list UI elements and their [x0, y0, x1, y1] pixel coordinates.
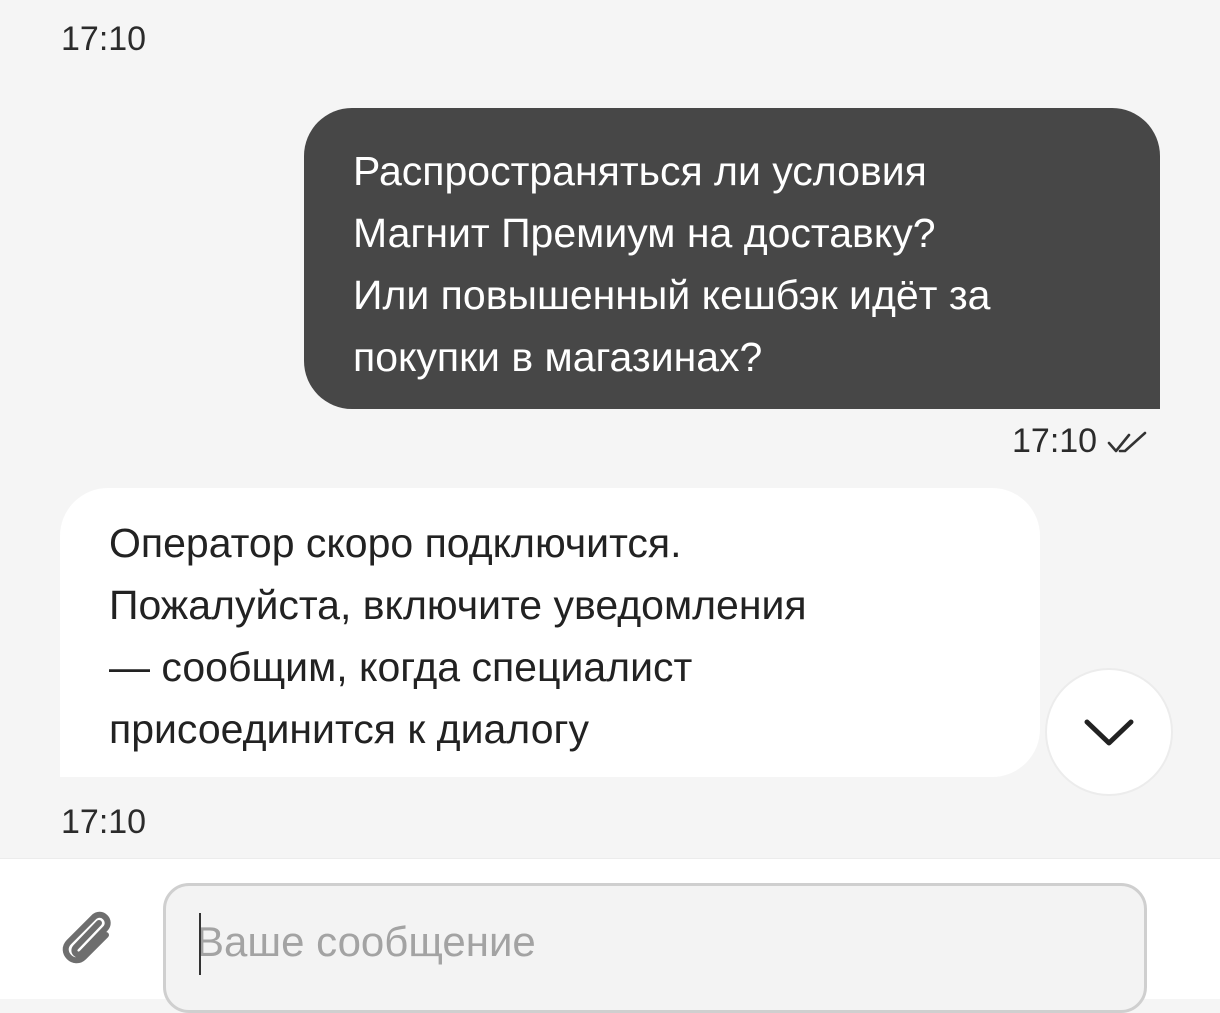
chevron-down-icon [1084, 719, 1134, 746]
outgoing-message-time: 17:10 [1012, 422, 1098, 460]
scroll-to-bottom-button[interactable] [1045, 668, 1173, 796]
paperclip-icon [62, 911, 111, 964]
text-cursor [199, 913, 201, 975]
outgoing-message-bubble[interactable]: Распространяться ли условия Магнит Преми… [304, 108, 1160, 409]
incoming-message-time: 17:10 [61, 803, 147, 841]
incoming-message-bubble[interactable]: Оператор скоро подключится. Пожалуйста, … [60, 488, 1040, 777]
chat-history: 17:10 Распространяться ли условия Магнит… [0, 0, 1220, 858]
outgoing-message-text: Распространяться ли условия Магнит Преми… [353, 148, 991, 380]
outgoing-message-meta: 17:10 [1012, 424, 1151, 458]
message-timestamp: 17:10 [61, 20, 147, 58]
message-input[interactable] [196, 910, 1096, 974]
incoming-message-text: Оператор скоро подключится. Пожалуйста, … [109, 520, 807, 752]
double-check-icon [1107, 431, 1147, 453]
attach-button[interactable] [56, 906, 120, 972]
message-input-container[interactable] [163, 883, 1147, 1013]
